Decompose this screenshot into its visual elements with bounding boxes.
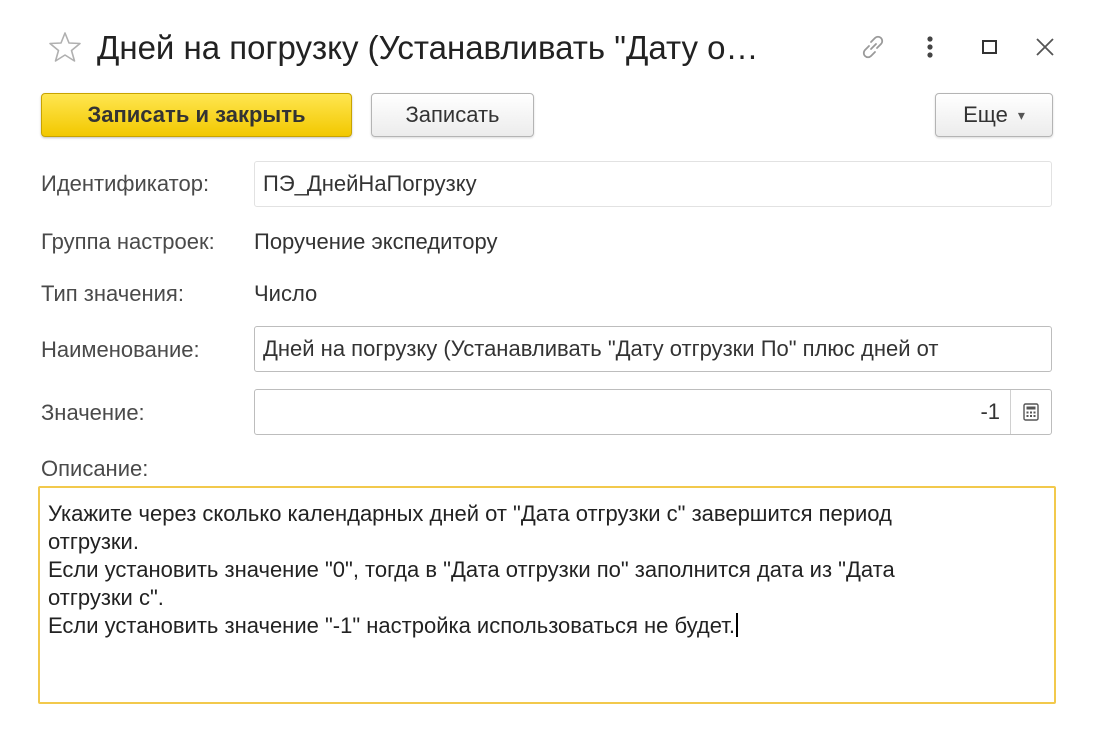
description-line: Если установить значение "0", тогда в "Д… <box>48 557 895 582</box>
name-field[interactable]: Дней на погрузку (Устанавливать "Дату от… <box>254 326 1052 372</box>
group-value: Поручение экспедитору <box>254 229 498 254</box>
favorite-star-icon[interactable] <box>48 30 82 64</box>
close-icon[interactable] <box>1030 30 1060 64</box>
value-field[interactable]: -1 <box>254 389 1052 435</box>
type-value: Число <box>254 281 318 306</box>
value-label: Значение: <box>41 400 145 425</box>
group-label: Группа настроек: <box>41 229 215 254</box>
type-label: Тип значения: <box>41 281 184 306</box>
more-menu-button[interactable]: Еще ▾ <box>935 93 1053 137</box>
description-line: Укажите через сколько календарных дней о… <box>48 501 892 526</box>
text-cursor <box>736 613 738 637</box>
name-label: Наименование: <box>41 337 200 362</box>
description-line: отгрузки. <box>48 529 139 554</box>
description-line: Если установить значение "-1" настройка … <box>48 613 735 638</box>
identifier-field[interactable]: ПЭ_ДнейНаПогрузку <box>254 161 1052 207</box>
save-button[interactable]: Записать <box>371 93 534 137</box>
identifier-value: ПЭ_ДнейНаПогрузку <box>263 171 477 196</box>
save-and-close-label: Записать и закрыть <box>87 102 306 127</box>
value-number: -1 <box>980 399 1000 424</box>
save-label: Записать <box>405 102 500 127</box>
description-textarea[interactable]: Укажите через сколько календарных дней о… <box>38 486 1056 704</box>
identifier-label: Идентификатор: <box>41 171 210 196</box>
window-title: Дней на погрузку (Устанавливать "Дату о… <box>97 29 759 66</box>
more-label: Еще <box>963 102 1008 127</box>
calculator-icon[interactable] <box>1010 390 1051 434</box>
name-value: Дней на погрузку (Устанавливать "Дату от… <box>263 336 939 361</box>
more-vertical-icon[interactable] <box>918 30 942 64</box>
maximize-icon[interactable] <box>975 30 1005 64</box>
save-and-close-button[interactable]: Записать и закрыть <box>41 93 352 137</box>
description-label: Описание: <box>41 456 149 481</box>
link-icon[interactable] <box>855 30 891 64</box>
description-line: отгрузки с". <box>48 585 164 610</box>
description-line-last: Если установить значение "-1" настройка … <box>48 612 1046 640</box>
chevron-down-icon: ▾ <box>1017 106 1025 123</box>
